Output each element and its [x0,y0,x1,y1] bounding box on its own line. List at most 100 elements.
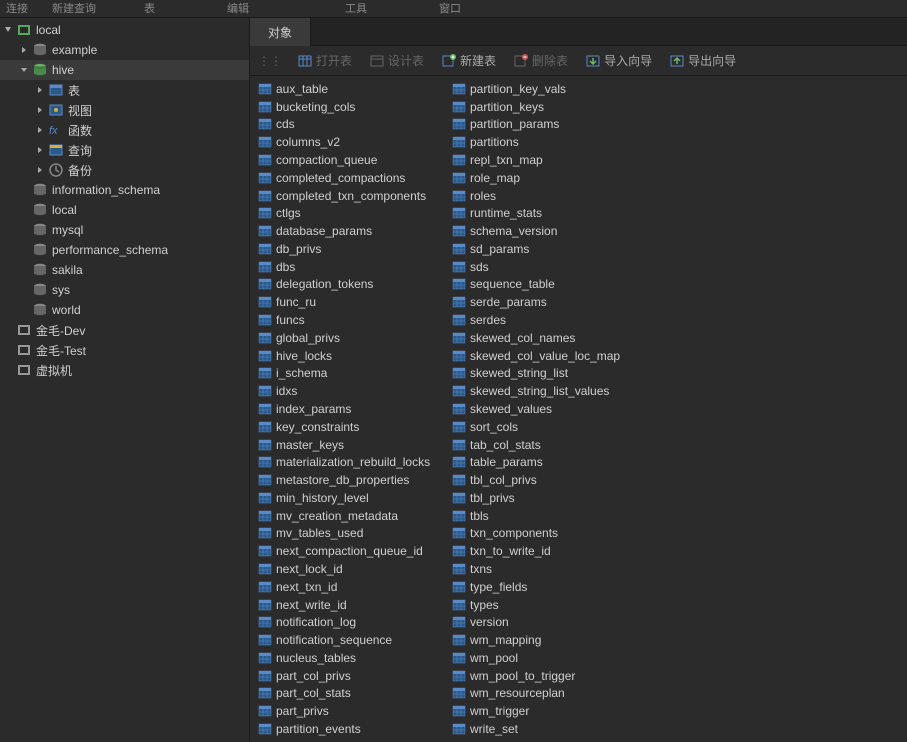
table-item[interactable]: idxs [256,382,450,400]
table-item[interactable]: tbl_privs [450,489,644,507]
tree-category-views[interactable]: 视图 [0,100,249,120]
table-item[interactable]: master_keys [256,436,450,454]
table-item[interactable]: key_constraints [256,418,450,436]
menu-item[interactable]: 连接 [6,0,28,16]
tree-connection[interactable]: 金毛-Dev [0,320,249,340]
import-wizard-button[interactable]: 导入向导 [580,50,658,71]
tree-database[interactable]: local [0,200,249,220]
table-item[interactable]: materialization_rebuild_locks [256,453,450,471]
table-item[interactable]: sort_cols [450,418,644,436]
table-item[interactable]: partition_params [450,116,644,134]
table-item[interactable]: txn_to_write_id [450,542,644,560]
table-item[interactable]: partition_events [256,720,450,738]
table-item[interactable]: skewed_string_list [450,365,644,383]
open-table-button[interactable]: 打开表 [292,50,358,71]
table-item[interactable]: notification_sequence [256,631,450,649]
table-item[interactable]: funcs [256,311,450,329]
menu-item[interactable]: 窗口 [439,0,461,16]
table-item[interactable]: wm_pool [450,649,644,667]
table-item[interactable]: skewed_col_names [450,329,644,347]
table-item[interactable]: types [450,596,644,614]
table-item[interactable]: db_privs [256,240,450,258]
table-item[interactable]: skewed_string_list_values [450,382,644,400]
table-item[interactable]: i_schema [256,365,450,383]
table-item[interactable]: tab_col_stats [450,436,644,454]
new-table-button[interactable]: 新建表 [436,50,502,71]
table-item[interactable]: delegation_tokens [256,276,450,294]
table-item[interactable]: notification_log [256,613,450,631]
table-item[interactable]: part_privs [256,702,450,720]
table-item[interactable]: next_lock_id [256,560,450,578]
table-item[interactable]: completed_compactions [256,169,450,187]
table-item[interactable]: repl_txn_map [450,151,644,169]
design-table-button[interactable]: 设计表 [364,50,430,71]
table-item[interactable]: ctlgs [256,204,450,222]
table-item[interactable]: mv_creation_metadata [256,507,450,525]
table-item[interactable]: wm_resourceplan [450,685,644,703]
table-item[interactable]: mv_tables_used [256,525,450,543]
delete-table-button[interactable]: 删除表 [508,50,574,71]
menu-item[interactable]: 新建查询 [52,0,96,16]
table-item[interactable]: txns [450,560,644,578]
table-item[interactable]: schema_version [450,222,644,240]
table-item[interactable]: bucketing_cols [256,98,450,116]
table-item[interactable]: compaction_queue [256,151,450,169]
table-item[interactable]: columns_v2 [256,133,450,151]
table-item[interactable]: write_set [450,720,644,738]
tree-database[interactable]: example [0,40,249,60]
table-item[interactable]: global_privs [256,329,450,347]
tree-category-backup[interactable]: 备份 [0,160,249,180]
tree-connection[interactable]: 虚拟机 [0,360,249,380]
table-item[interactable]: partition_keys [450,98,644,116]
table-item[interactable]: skewed_col_value_loc_map [450,347,644,365]
table-item[interactable]: func_ru [256,293,450,311]
table-item[interactable]: wm_pool_to_trigger [450,667,644,685]
table-item[interactable]: tbl_col_privs [450,471,644,489]
tree-category-tables[interactable]: 表 [0,80,249,100]
table-item[interactable]: serde_params [450,293,644,311]
table-item[interactable]: sds [450,258,644,276]
menu-item[interactable]: 工具 [345,0,367,16]
table-item[interactable]: wm_mapping [450,631,644,649]
table-item[interactable]: min_history_level [256,489,450,507]
table-item[interactable]: part_col_stats [256,685,450,703]
tree-database[interactable]: information_schema [0,180,249,200]
table-item[interactable]: sd_params [450,240,644,258]
tree-database[interactable]: mysql [0,220,249,240]
table-item[interactable]: partitions [450,133,644,151]
table-item[interactable]: role_map [450,169,644,187]
table-item[interactable]: type_fields [450,578,644,596]
table-item[interactable]: wm_trigger [450,702,644,720]
table-item[interactable]: txn_components [450,525,644,543]
table-item[interactable]: nucleus_tables [256,649,450,667]
export-wizard-button[interactable]: 导出向导 [664,50,742,71]
table-item[interactable]: next_txn_id [256,578,450,596]
table-item[interactable]: part_col_privs [256,667,450,685]
table-item[interactable]: table_params [450,453,644,471]
table-item[interactable]: next_write_id [256,596,450,614]
tab-objects[interactable]: 对象 [250,18,311,46]
menu-item[interactable]: 表 [144,0,155,16]
table-item[interactable]: completed_txn_components [256,187,450,205]
tree-category-functions[interactable]: fx函数 [0,120,249,140]
table-item[interactable]: dbs [256,258,450,276]
table-item[interactable]: hive_locks [256,347,450,365]
menu-item[interactable]: 编辑 [227,0,249,16]
table-item[interactable]: sequence_table [450,276,644,294]
tree-category-queries[interactable]: 查询 [0,140,249,160]
tree-connection[interactable]: 金毛-Test [0,340,249,360]
table-item[interactable]: runtime_stats [450,204,644,222]
tree-database[interactable]: world [0,300,249,320]
table-item[interactable]: serdes [450,311,644,329]
table-item[interactable]: roles [450,187,644,205]
table-item[interactable]: metastore_db_properties [256,471,450,489]
table-item[interactable]: aux_table [256,80,450,98]
table-item[interactable]: database_params [256,222,450,240]
tree-database[interactable]: sakila [0,260,249,280]
table-item[interactable]: version [450,613,644,631]
tree-database[interactable]: performance_schema [0,240,249,260]
tree-connection-local[interactable]: local [0,20,249,40]
table-item[interactable]: index_params [256,400,450,418]
table-item[interactable]: skewed_values [450,400,644,418]
table-item[interactable]: tbls [450,507,644,525]
